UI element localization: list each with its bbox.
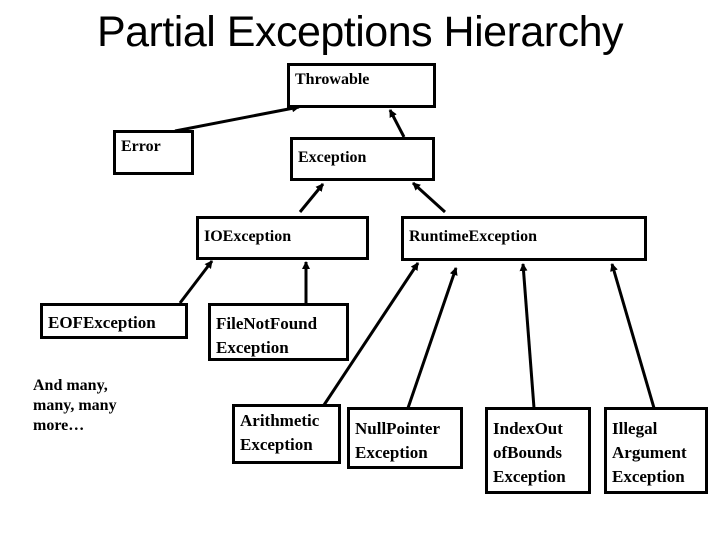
arrow-illegalargument-to-runtimeexception [610,263,656,409]
more-exceptions-note: And many, many, many more… [33,377,117,434]
arrow-exception-to-throwable [388,109,406,138]
node-illegalargumentexception: Illegal Argument Exception [604,407,708,494]
arrow-error-to-throwable [174,104,300,133]
node-ioexception: IOException [196,216,369,260]
node-eofexception: EOFException [40,303,188,339]
node-nullpointerexception: NullPointer Exception [347,407,463,469]
arrow-indexoutofbounds-to-runtimeexception [519,263,536,409]
arrow-runtimeexception-to-exception [411,181,447,214]
arrow-eofexception-to-ioexception [178,260,214,304]
node-throwable: Throwable [287,63,436,108]
node-arithmeticexception: Arithmetic Exception [232,404,341,464]
arrow-ioexception-to-exception [298,183,325,213]
node-filenotfoundexception: FileNotFound Exception [208,303,349,361]
node-indexoutofboundsexception: IndexOut ofBounds Exception [485,407,591,494]
node-runtimeexception: RuntimeException [401,216,647,261]
node-exception: Exception [290,137,435,181]
node-error: Error [113,130,194,175]
arrow-nullpointer-to-runtimeexception [406,267,458,409]
